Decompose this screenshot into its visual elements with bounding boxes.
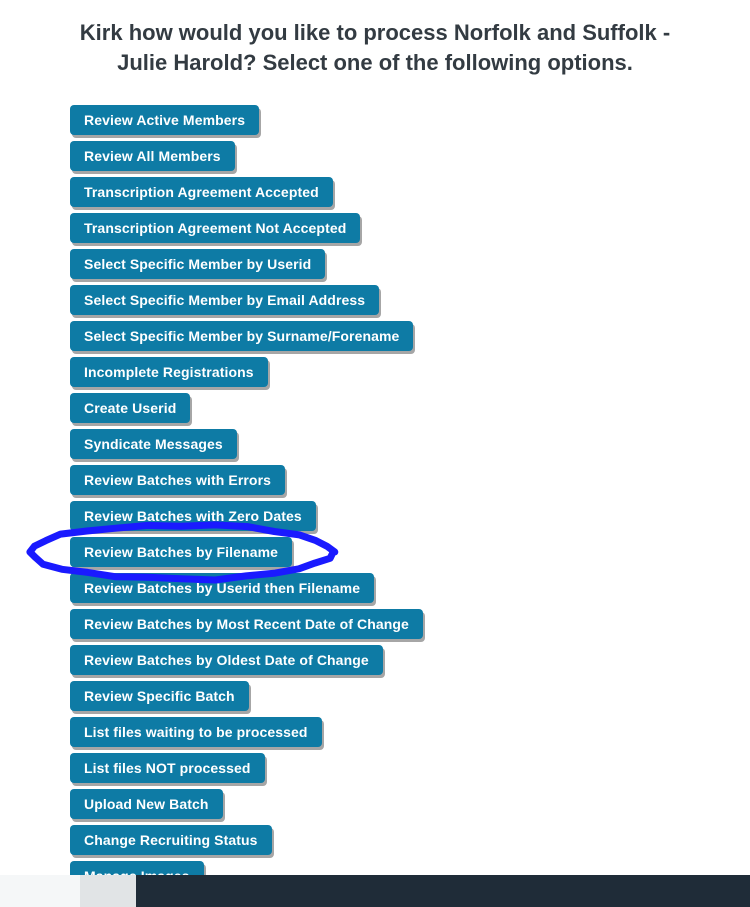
footer-segment-dark <box>136 875 750 907</box>
option-select-member-name[interactable]: Select Specific Member by Surname/Forena… <box>70 321 413 351</box>
option-list-files-not-processed[interactable]: List files NOT processed <box>70 753 265 783</box>
option-review-batches-errors[interactable]: Review Batches with Errors <box>70 465 285 495</box>
option-change-recruiting-status[interactable]: Change Recruiting Status <box>70 825 272 855</box>
option-create-userid[interactable]: Create Userid <box>70 393 190 423</box>
footer-segment-mid <box>80 875 136 907</box>
option-transcription-agreement-not-accepted[interactable]: Transcription Agreement Not Accepted <box>70 213 360 243</box>
option-select-member-email[interactable]: Select Specific Member by Email Address <box>70 285 379 315</box>
option-review-batches-filename[interactable]: Review Batches by Filename <box>70 537 292 567</box>
option-review-batches-recent-change[interactable]: Review Batches by Most Recent Date of Ch… <box>70 609 423 639</box>
option-upload-new-batch[interactable]: Upload New Batch <box>70 789 223 819</box>
option-incomplete-registrations[interactable]: Incomplete Registrations <box>70 357 268 387</box>
options-list: Review Active Members Review All Members T… <box>0 77 750 891</box>
footer-segment-light <box>0 875 80 907</box>
option-review-all-members[interactable]: Review All Members <box>70 141 235 171</box>
option-transcription-agreement-accepted[interactable]: Transcription Agreement Accepted <box>70 177 333 207</box>
option-review-batches-zero-dates[interactable]: Review Batches with Zero Dates <box>70 501 316 531</box>
footer-bar <box>0 875 750 907</box>
option-review-batches-userid-filename[interactable]: Review Batches by Userid then Filename <box>70 573 374 603</box>
option-review-active-members[interactable]: Review Active Members <box>70 105 259 135</box>
option-list-files-waiting[interactable]: List files waiting to be processed <box>70 717 322 747</box>
page-title: Kirk how would you like to process Norfo… <box>0 0 750 77</box>
option-select-member-userid[interactable]: Select Specific Member by Userid <box>70 249 325 279</box>
option-syndicate-messages[interactable]: Syndicate Messages <box>70 429 237 459</box>
option-review-batches-oldest-change[interactable]: Review Batches by Oldest Date of Change <box>70 645 383 675</box>
option-review-specific-batch[interactable]: Review Specific Batch <box>70 681 249 711</box>
